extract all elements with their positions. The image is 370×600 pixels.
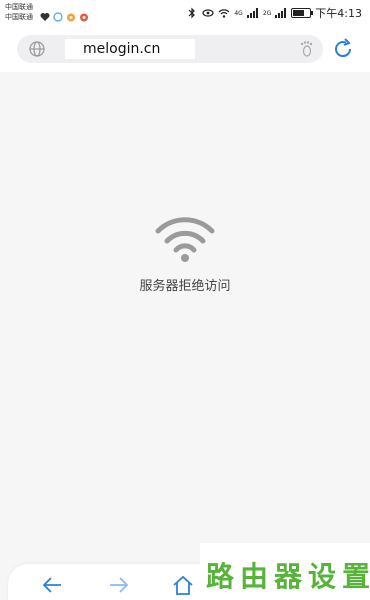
signal-icon-1	[246, 8, 258, 18]
carrier-1: 中国联通	[5, 3, 33, 11]
reload-icon[interactable]	[331, 37, 355, 61]
error-page: 服务器拒绝访问	[0, 215, 370, 294]
home-icon[interactable]	[172, 574, 194, 596]
weibo-icon-2	[79, 7, 89, 22]
shopping-bag-icon	[53, 7, 63, 22]
watermark: 路由器设置	[200, 543, 370, 600]
eye-icon	[202, 9, 214, 17]
footprint-icon[interactable]	[297, 40, 315, 58]
forward-arrow-icon[interactable]	[108, 574, 130, 596]
url-input[interactable]: melogin.cn	[65, 39, 195, 59]
carrier-info: 中国联通 中国联通	[5, 2, 33, 22]
signal-icon-2	[275, 8, 287, 18]
browser-address-bar: melogin.cn	[0, 26, 370, 72]
watermark-text: 路由器设置	[206, 560, 370, 593]
status-right: 4G 2G 下午4:13	[186, 5, 362, 21]
bluetooth-mute-icon	[188, 7, 196, 19]
globe-icon	[29, 41, 45, 57]
error-message: 服务器拒绝访问	[139, 279, 231, 294]
clock: 下午4:13	[315, 7, 362, 20]
network-type-1: 4G	[234, 9, 243, 17]
network-type-2: 2G	[262, 9, 272, 17]
weibo-icon	[66, 7, 76, 22]
notification-icons	[40, 7, 89, 22]
wifi-error-icon	[155, 217, 215, 262]
wifi-icon	[218, 9, 230, 18]
back-arrow-icon[interactable]	[41, 574, 63, 596]
url-box[interactable]: melogin.cn	[17, 35, 323, 63]
battery-icon	[291, 8, 314, 18]
battery-fill	[293, 10, 305, 16]
carrier-2: 中国联通	[5, 13, 33, 21]
status-bar: 中国联通 中国联通 4G 2G 下午4:13	[0, 0, 370, 26]
heart-health-icon	[40, 7, 50, 21]
